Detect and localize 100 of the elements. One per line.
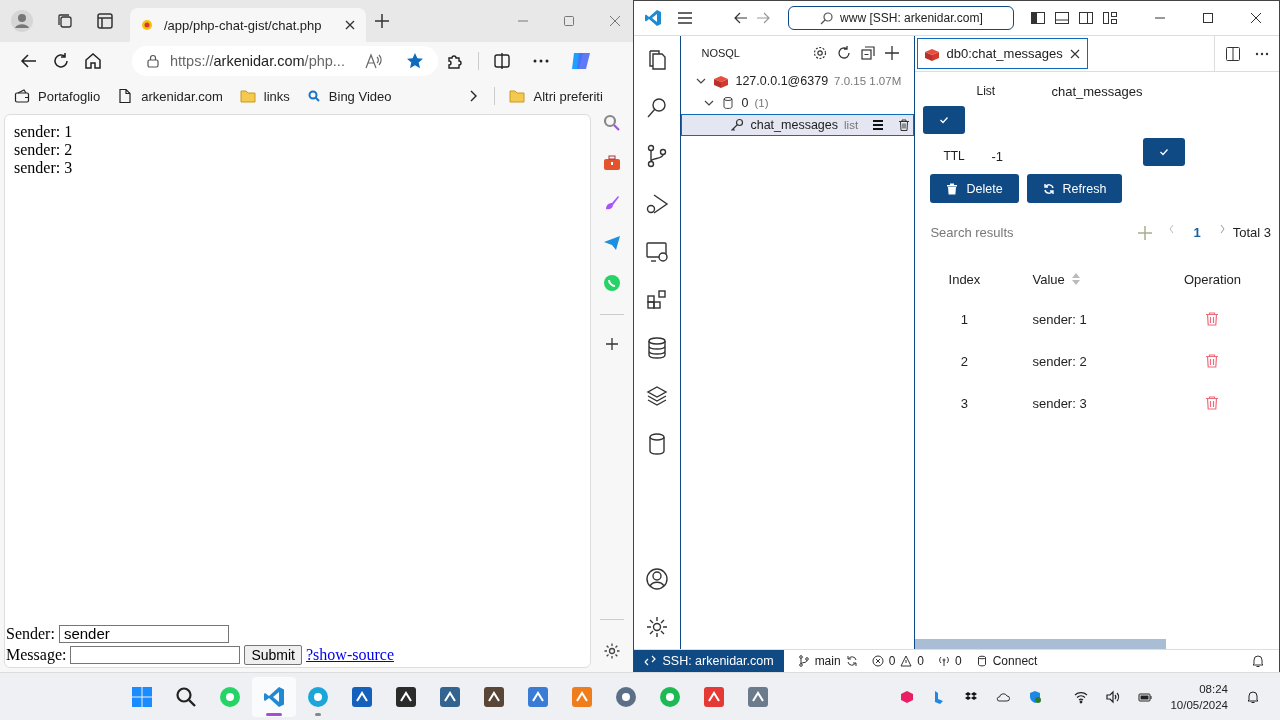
bookmark[interactable]: links bbox=[239, 88, 290, 104]
close-icon[interactable] bbox=[344, 19, 356, 31]
trash-icon[interactable] bbox=[898, 119, 911, 131]
refresh-icon[interactable] bbox=[836, 45, 853, 61]
confirm-button[interactable] bbox=[923, 106, 966, 134]
extensions-icon[interactable] bbox=[446, 52, 464, 70]
more-icon[interactable] bbox=[533, 59, 549, 63]
error-icon bbox=[871, 655, 884, 667]
split-editor-icon[interactable] bbox=[1225, 45, 1241, 62]
remote-icon bbox=[644, 655, 657, 667]
ttl-label: TTL bbox=[943, 149, 966, 163]
bell-icon[interactable] bbox=[1246, 689, 1260, 704]
back-icon[interactable] bbox=[734, 11, 749, 25]
branch-indicator[interactable]: main bbox=[797, 654, 858, 668]
scrollbar[interactable] bbox=[915, 639, 1167, 649]
message-field[interactable] bbox=[70, 645, 241, 664]
running-indicator bbox=[315, 712, 322, 716]
address-bar[interactable]: https://arkenidar.com/php... bbox=[132, 46, 438, 76]
home-icon[interactable] bbox=[84, 52, 102, 70]
tree-item[interactable]: chat_messages list bbox=[681, 114, 915, 136]
collapse-all-icon[interactable] bbox=[860, 45, 877, 61]
cylinder-icon bbox=[721, 96, 736, 110]
remote-indicator[interactable]: SSH: arkenidar.com bbox=[634, 650, 784, 672]
star-icon[interactable] bbox=[406, 52, 424, 70]
tab-actions-icon[interactable] bbox=[96, 12, 114, 30]
code-editor-icon bbox=[644, 9, 663, 27]
ports-indicator[interactable]: 0 bbox=[938, 654, 962, 668]
warning-icon bbox=[900, 655, 913, 667]
run-debug-icon[interactable] bbox=[645, 192, 670, 216]
speaker-icon[interactable] bbox=[1106, 689, 1121, 704]
wallet-icon bbox=[14, 88, 30, 104]
cube-stack-icon bbox=[713, 73, 730, 89]
forward-icon[interactable] bbox=[756, 11, 771, 25]
connection-name: 127.0.0.1@6379 bbox=[735, 74, 829, 88]
add-icon[interactable] bbox=[884, 45, 901, 61]
column-header: Index bbox=[947, 271, 982, 287]
close-icon[interactable] bbox=[1068, 47, 1081, 60]
code-editor-icon bbox=[262, 684, 287, 709]
close-icon[interactable] bbox=[1250, 12, 1263, 24]
bookmark[interactable]: Portafoglio bbox=[14, 88, 101, 104]
tree-item[interactable]: 127.0.0.1@6379 7.0.15 1.07M bbox=[681, 70, 915, 92]
workspaces-icon[interactable] bbox=[56, 12, 74, 30]
brush-icon[interactable] bbox=[603, 194, 622, 212]
submit-button[interactable]: Submit bbox=[244, 644, 302, 665]
reload-icon[interactable] bbox=[52, 52, 70, 70]
confirm-button[interactable] bbox=[1143, 138, 1186, 166]
layout-icon[interactable] bbox=[1102, 10, 1119, 26]
bookmark[interactable]: Bing Video bbox=[306, 88, 392, 104]
source-link[interactable]: ?show-source bbox=[306, 644, 394, 665]
wifi-icon[interactable] bbox=[1074, 689, 1089, 704]
date: 10/05/2024 bbox=[1170, 697, 1228, 713]
table-cell-text: sender: 3 bbox=[1031, 395, 1088, 411]
key-count: (1) bbox=[754, 97, 769, 109]
read-aloud-icon[interactable] bbox=[364, 52, 382, 70]
connect-indicator[interactable]: Connect bbox=[975, 654, 1038, 668]
paper-plane-icon[interactable] bbox=[603, 234, 622, 252]
remote-explorer-icon[interactable] bbox=[645, 240, 670, 264]
command-center[interactable]: www [SSH: arkenidar.com] bbox=[788, 6, 1015, 30]
branch-icon bbox=[797, 655, 810, 667]
field-label: Message: bbox=[6, 645, 67, 665]
editor-tab[interactable]: db0:chat_messages bbox=[917, 38, 1088, 69]
problems-indicator[interactable]: 0 0 bbox=[871, 654, 924, 668]
bookmark-folder[interactable]: Altri preferiti bbox=[509, 88, 603, 104]
current-page[interactable]: 1 bbox=[1193, 225, 1201, 240]
connection-info: 7.0.15 1.07M bbox=[834, 75, 902, 87]
shield-icon[interactable] bbox=[1028, 689, 1043, 704]
add-icon[interactable] bbox=[605, 337, 620, 351]
secondary-sidebar-icon[interactable] bbox=[1078, 10, 1095, 26]
cube-icon[interactable] bbox=[900, 689, 915, 704]
browser-tab[interactable]: /app/php-chat-gist/chat.php bbox=[130, 8, 366, 42]
account-icon[interactable] bbox=[645, 567, 670, 591]
ttl-value: -1 bbox=[991, 148, 1004, 164]
clock[interactable]: 08:24 10/05/2024 bbox=[1170, 680, 1228, 713]
profile-icon[interactable] bbox=[10, 9, 34, 33]
new-tab-icon[interactable] bbox=[374, 13, 390, 29]
menu-icon[interactable] bbox=[676, 9, 695, 27]
lock-icon bbox=[146, 54, 160, 68]
delete-button[interactable]: Delete bbox=[930, 174, 1019, 203]
split-screen-icon[interactable] bbox=[493, 52, 511, 70]
column-header[interactable]: Value bbox=[1032, 271, 1065, 287]
layers-icon[interactable] bbox=[645, 384, 670, 408]
sender-field[interactable]: sender bbox=[58, 624, 229, 643]
time: 08:24 bbox=[1199, 681, 1228, 697]
maximize-icon[interactable] bbox=[1202, 12, 1215, 24]
search-icon bbox=[306, 89, 321, 103]
toolbox-icon[interactable] bbox=[603, 154, 622, 172]
refresh-button[interactable]: Refresh bbox=[1026, 174, 1123, 203]
cylinder-icon bbox=[975, 655, 988, 667]
back-icon[interactable] bbox=[20, 52, 38, 70]
table-cell-text: sender: 1 bbox=[1031, 311, 1088, 327]
sidebar-title: NOSQL bbox=[701, 47, 740, 59]
sidebar-toggle-icon[interactable] bbox=[1030, 10, 1047, 26]
chat-line: sender: 2 bbox=[14, 141, 74, 159]
bell-icon[interactable] bbox=[1251, 654, 1265, 668]
tree-item[interactable]: 0 (1) bbox=[681, 92, 915, 114]
list-icon[interactable] bbox=[872, 119, 885, 131]
panel-toggle-icon[interactable] bbox=[1054, 10, 1071, 26]
bookmark[interactable]: arkenidar.com bbox=[117, 88, 223, 104]
database-name: 0 bbox=[741, 96, 749, 110]
key-name: chat_messages bbox=[750, 118, 838, 132]
